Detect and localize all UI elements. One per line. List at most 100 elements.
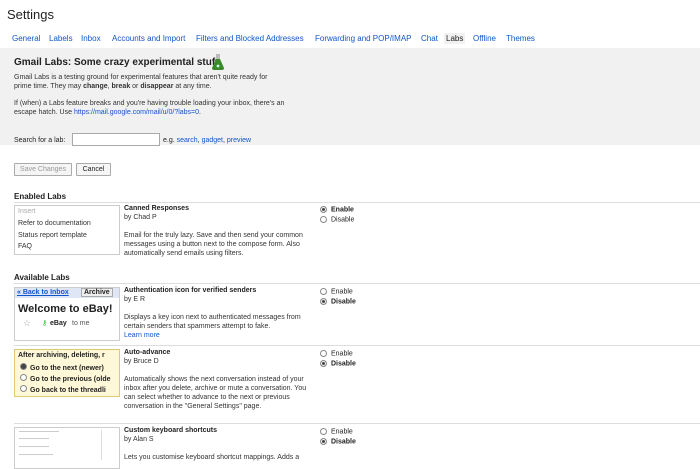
tab-inbox[interactable]: Inbox — [81, 34, 101, 43]
radio-on-icon — [320, 360, 327, 367]
preview-option-label: Go back to the threadli — [30, 387, 106, 394]
intro-break: break — [111, 83, 131, 90]
preview-sender: eBay — [50, 320, 67, 327]
radio-label: Enable — [331, 288, 353, 296]
lab-title: Auto-advance — [124, 349, 171, 356]
lab-author: by Chad P — [124, 214, 157, 221]
disable-radio[interactable]: Disable — [320, 216, 354, 223]
star-icon: ☆ — [23, 318, 32, 328]
preview-text: After archiving, deleting, r — [18, 352, 105, 359]
page-title: Settings — [7, 7, 54, 22]
tab-chat[interactable]: Chat — [421, 34, 438, 43]
enable-radio[interactable]: Enable — [320, 206, 354, 213]
key-icon: ⚷ — [42, 320, 48, 327]
divider — [14, 283, 700, 284]
lab-title: Custom keyboard shortcuts — [124, 427, 217, 434]
archive-button: Archive — [81, 288, 113, 297]
preview-item: Status report template — [18, 232, 87, 239]
radio-on-icon — [320, 206, 327, 213]
flask-icon — [212, 54, 224, 70]
tab-general[interactable]: General — [12, 34, 40, 43]
enable-radio[interactable]: Enable — [320, 428, 353, 435]
preview-option-label: Go to the previous (olde — [30, 376, 111, 383]
radio-on-icon — [20, 363, 27, 370]
tab-offline[interactable]: Offline — [473, 34, 496, 43]
lab-title: Canned Responses — [124, 205, 189, 212]
preview-subject: Welcome to eBay! — [18, 303, 113, 315]
preview-recipient: to me — [72, 320, 90, 327]
preview-column — [101, 430, 112, 460]
cancel-button[interactable]: Cancel — [76, 163, 111, 176]
radio-label: Enable — [331, 206, 354, 214]
tab-labels[interactable]: Labels — [49, 34, 73, 43]
labs-intro-text: Gmail Labs is a testing ground for exper… — [14, 73, 267, 91]
preview-item: Insert — [18, 208, 36, 215]
radio-off-icon — [320, 216, 327, 223]
radio-label: Enable — [331, 428, 353, 436]
enable-radio[interactable]: Enable — [320, 288, 353, 295]
auto-advance-preview: After archiving, deleting, r Go to the n… — [14, 349, 120, 397]
radio-off-icon — [320, 428, 327, 435]
divider — [14, 423, 700, 424]
disable-radio[interactable]: Disable — [320, 438, 356, 445]
preview-option: Go to the next (newer) — [20, 363, 104, 372]
divider — [14, 345, 700, 346]
radio-label: Disable — [331, 438, 356, 446]
intro-sep: or — [130, 83, 141, 90]
example-sep: , — [197, 137, 200, 144]
tab-forwarding[interactable]: Forwarding and POP/IMAP — [315, 34, 411, 43]
enable-radio[interactable]: Enable — [320, 350, 353, 357]
example-sep: , — [222, 137, 225, 144]
canned-responses-preview: Insert Refer to documentation Status rep… — [14, 205, 120, 255]
preview-line — [19, 446, 49, 447]
radio-off-icon — [320, 288, 327, 295]
enabled-labs-heading: Enabled Labs — [14, 192, 67, 201]
escape-line: . — [199, 109, 201, 116]
radio-off-icon — [20, 374, 27, 381]
tab-themes[interactable]: Themes — [506, 34, 535, 43]
escape-line: escape hatch. Use — [14, 109, 74, 116]
intro-line: at any time. — [173, 83, 212, 90]
radio-label: Disable — [331, 360, 356, 368]
preview-option: Go to the previous (olde — [20, 374, 111, 383]
preview-item: Refer to documentation — [18, 220, 91, 227]
search-examples: e.g. search, gadget, preview — [163, 137, 251, 144]
radio-off-icon — [320, 350, 327, 357]
example-gadget-link[interactable]: gadget — [202, 137, 223, 144]
intro-disappear: disappear — [140, 83, 174, 90]
lab-description: Displays a key icon next to authenticate… — [124, 313, 314, 340]
example-search-link[interactable]: search — [177, 137, 198, 144]
preview-option-label: Go to the next (newer) — [30, 365, 104, 372]
lab-author: by Alan S — [124, 436, 154, 443]
learn-more-link[interactable]: Learn more — [124, 332, 160, 339]
disable-radio[interactable]: Disable — [320, 298, 356, 305]
example-preview-link[interactable]: preview — [227, 137, 251, 144]
lab-description: Email for the truly lazy. Save and then … — [124, 232, 303, 257]
tab-accounts-import[interactable]: Accounts and Import — [112, 34, 185, 43]
tab-labs[interactable]: Labs — [444, 33, 466, 44]
divider — [14, 202, 700, 203]
search-lab-input[interactable] — [72, 133, 160, 146]
intro-line: prime time. They may — [14, 83, 84, 90]
tab-filters[interactable]: Filters and Blocked Addresses — [196, 34, 304, 43]
radio-label: Disable — [331, 298, 356, 306]
preview-option: Go back to the threadli — [20, 385, 106, 394]
lab-author: by Bruce D — [124, 358, 159, 365]
radio-on-icon — [320, 438, 327, 445]
radio-label: Enable — [331, 350, 353, 358]
back-to-inbox-link: « Back to Inbox — [17, 289, 69, 296]
settings-tabs: General Labels Inbox Accounts and Import… — [0, 32, 700, 48]
radio-on-icon — [320, 298, 327, 305]
radio-off-icon — [20, 385, 27, 392]
search-lab-label: Search for a lab: — [14, 137, 66, 144]
lab-description: Automatically shows the next conversatio… — [124, 376, 307, 410]
labs-heading: Gmail Labs: Some crazy experimental stuf… — [14, 57, 222, 68]
auth-icon-preview: « Back to Inbox Archive Welcome to eBay!… — [14, 287, 120, 341]
preview-line — [19, 431, 59, 432]
escape-hatch-link[interactable]: https://mail.google.com/mail/u/0/?labs=0 — [74, 109, 199, 116]
disable-radio[interactable]: Disable — [320, 360, 356, 367]
escape-line: If (when) a Labs feature breaks and you'… — [14, 100, 285, 107]
keyboard-shortcuts-preview — [14, 427, 120, 469]
lab-title: Authentication icon for verified senders — [124, 287, 257, 294]
save-changes-button[interactable]: Save Changes — [14, 163, 72, 176]
